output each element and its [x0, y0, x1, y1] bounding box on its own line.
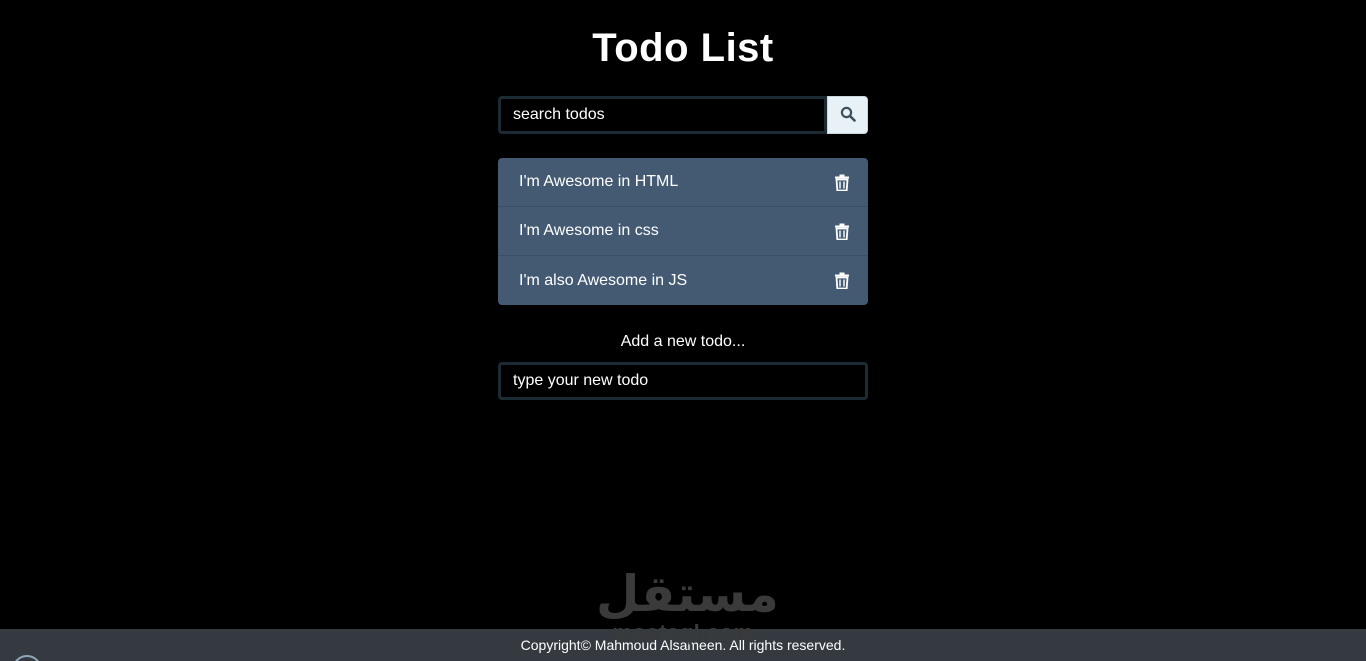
footer: Copyright© Mahmoud Alsameen. All rights … [0, 629, 1366, 661]
search-input[interactable] [498, 96, 827, 134]
trash-icon[interactable] [834, 173, 850, 191]
search-icon [840, 106, 856, 125]
watermark-arabic: مستقل [596, 565, 779, 623]
search-button[interactable] [827, 96, 868, 134]
page: Todo List I'm Awesome in HTML [0, 0, 1366, 661]
trash-icon[interactable] [834, 222, 850, 240]
todo-text: I'm Awesome in css [519, 222, 659, 239]
copyright-text: Copyright© Mahmoud Alsameen. All rights … [520, 637, 846, 653]
todo-item: I'm Awesome in HTML [498, 158, 868, 207]
search-form [498, 96, 868, 134]
todo-item: I'm Awesome in css [498, 207, 868, 256]
todo-text: I'm Awesome in HTML [519, 173, 679, 190]
add-todo-label: Add a new todo... [620, 333, 746, 350]
todo-text: I'm also Awesome in JS [519, 271, 688, 289]
page-title: Todo List [592, 26, 774, 70]
add-todo-input[interactable] [498, 362, 868, 400]
todo-item: I'm also Awesome in JS [498, 256, 868, 305]
todo-list: I'm Awesome in HTML I'm Awesome in css I… [498, 158, 868, 305]
trash-icon[interactable] [834, 272, 850, 290]
